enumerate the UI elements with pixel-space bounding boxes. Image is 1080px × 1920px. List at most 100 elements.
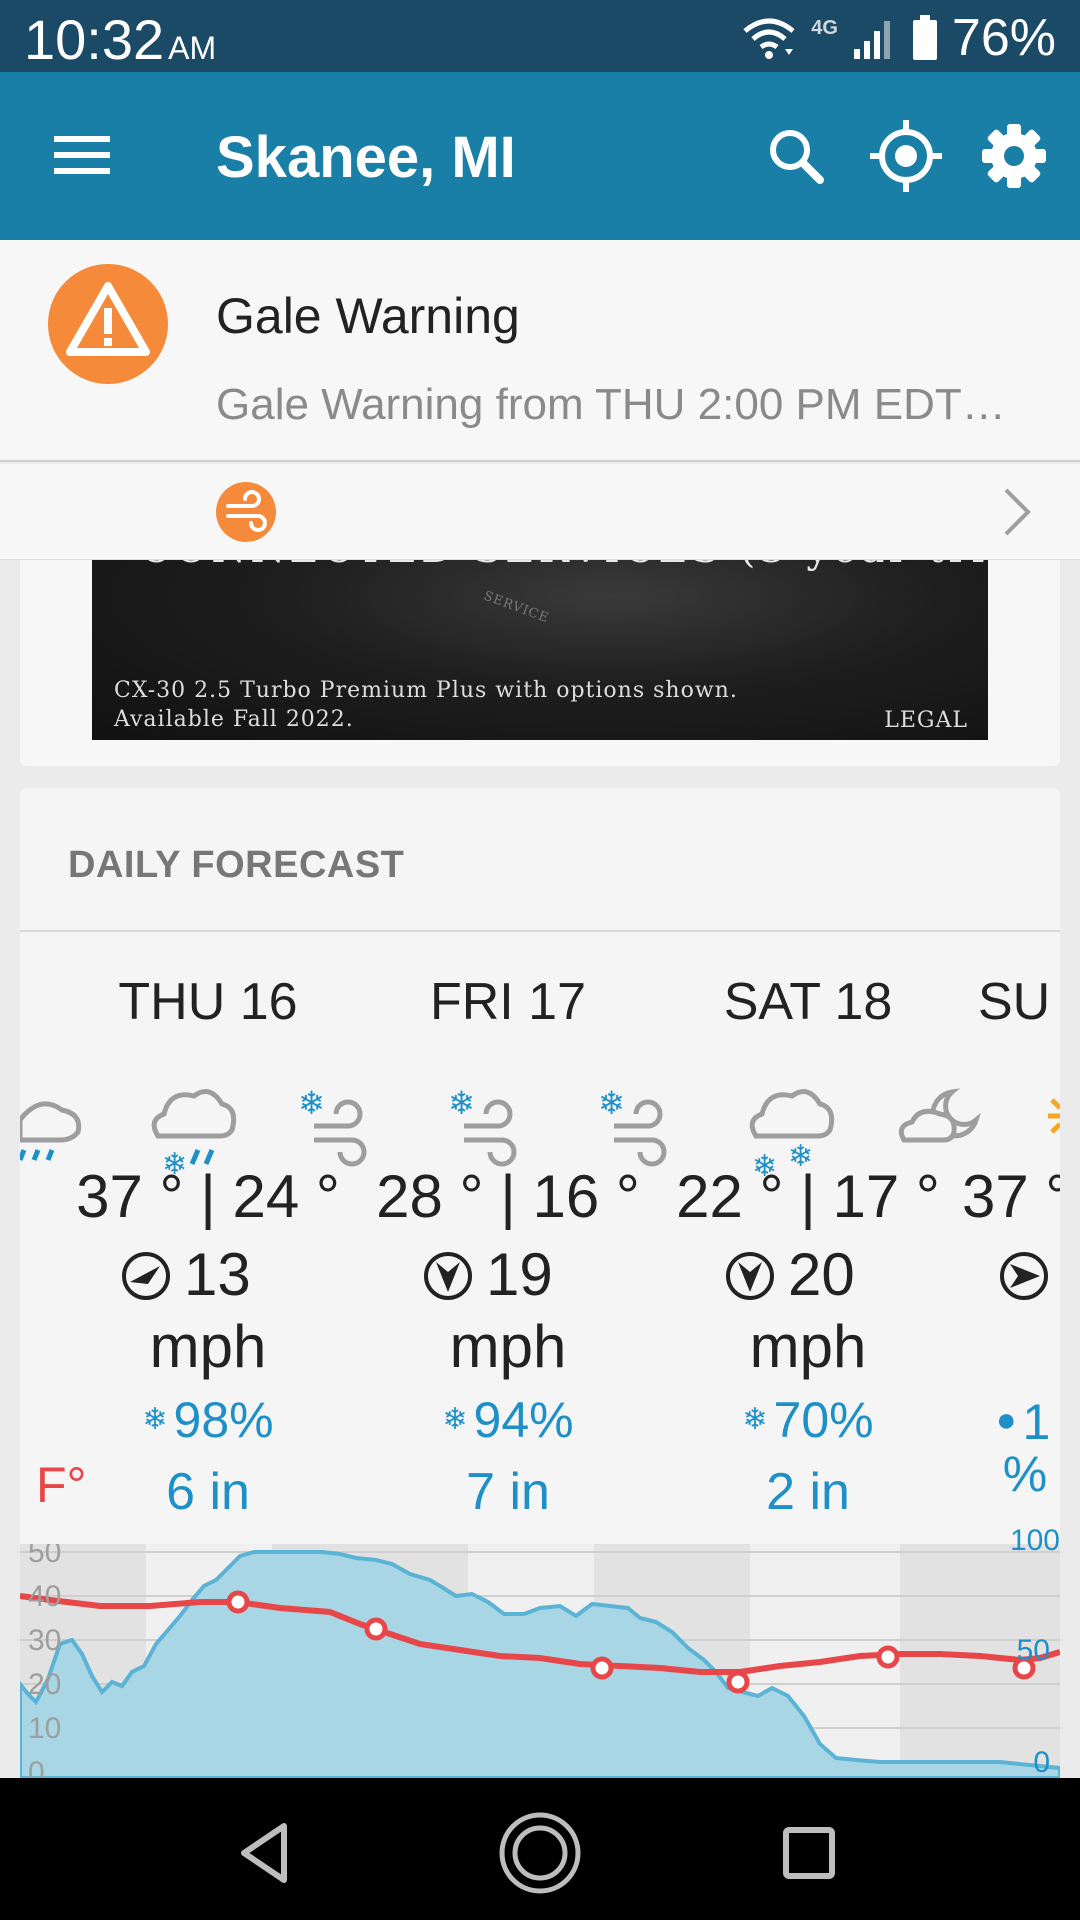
clock-ampm: AM bbox=[168, 30, 217, 66]
forecast-title: DAILY FORECAST bbox=[68, 844, 405, 886]
precip-chance: ❄ 70% bbox=[658, 1390, 958, 1450]
wind-speed: 20 bbox=[788, 1241, 855, 1308]
menu-icon bbox=[54, 136, 110, 174]
ad-service-text: SERVICE bbox=[481, 588, 552, 627]
wind-speed: 19 bbox=[486, 1241, 553, 1308]
left-tick: 50 bbox=[28, 1544, 61, 1569]
snow-accumulation: 7 in bbox=[466, 1463, 550, 1521]
precip-chance: ❄ 94% bbox=[358, 1390, 658, 1450]
day-column[interactable]: FRI 17 28 ° | 16 ° 19 mph ❄ 94% 7 in bbox=[358, 932, 658, 1532]
right-tick-top: 100 bbox=[1009, 1524, 1060, 1557]
snow-accumulation: 2 in bbox=[766, 1463, 850, 1521]
wind-unit: mph bbox=[449, 1313, 567, 1380]
svg-text:❄: ❄ bbox=[788, 1139, 813, 1174]
partly-cloudy-night-icon bbox=[898, 1088, 981, 1143]
svg-text:❄: ❄ bbox=[448, 1084, 475, 1122]
menu-button[interactable] bbox=[44, 122, 124, 192]
wind-icon bbox=[226, 490, 267, 532]
wind-speed: 13 bbox=[184, 1241, 251, 1308]
search-icon bbox=[770, 130, 824, 184]
warning-triangle-icon bbox=[66, 282, 150, 356]
settings-icon bbox=[982, 124, 1046, 188]
forecast-chart: 50 40 30 20 10 0 100 50 0 bbox=[20, 1544, 1060, 1778]
left-tick: 40 bbox=[28, 1580, 61, 1613]
network-type: 4G bbox=[811, 16, 838, 39]
chevron-right-icon[interactable] bbox=[996, 486, 1036, 538]
snowflake-icon: ❄ bbox=[442, 1403, 468, 1436]
ad-legal-link[interactable]: LEGAL bbox=[884, 708, 968, 733]
svg-text:❄: ❄ bbox=[598, 1084, 625, 1122]
day-column[interactable]: SAT 18 22 ° | 17 ° 20 mph ❄ 70% 2 in bbox=[658, 932, 958, 1532]
day-name: FRI 17 bbox=[429, 973, 587, 1031]
precip-unit-label: % bbox=[1002, 1446, 1048, 1502]
wind-unit: mph bbox=[149, 1313, 267, 1380]
precip-value: 70% bbox=[773, 1392, 874, 1448]
wind-direction-icon bbox=[122, 1252, 170, 1300]
day-name: THU 16 bbox=[118, 973, 298, 1031]
left-tick: 20 bbox=[28, 1668, 61, 1701]
wifi-icon bbox=[743, 18, 795, 59]
precip-value: 98% bbox=[173, 1392, 274, 1448]
day-name: SU bbox=[978, 973, 1051, 1031]
wind-direction-icon bbox=[1000, 1252, 1048, 1300]
snow-wind-icon: ❄ bbox=[298, 1084, 367, 1167]
my-location-icon bbox=[870, 120, 942, 192]
snowflake-icon: ❄ bbox=[742, 1403, 768, 1436]
raindrop-icon: ● bbox=[996, 1401, 1017, 1439]
battery-percent: 76% bbox=[951, 9, 1056, 67]
home-icon[interactable] bbox=[495, 1808, 585, 1898]
snow-cloud-icon: ❄ ❄ bbox=[749, 1089, 835, 1184]
location-title[interactable]: Skanee, MI bbox=[216, 124, 516, 192]
back-icon[interactable] bbox=[222, 1808, 312, 1898]
temperature-unit-label: F° bbox=[36, 1457, 87, 1513]
snow-accumulation: 6 in bbox=[166, 1463, 250, 1521]
day-column-partial[interactable]: SU 37 ° ● 1 bbox=[956, 932, 1060, 1532]
wind-direction-icon bbox=[424, 1252, 472, 1300]
sun-icon bbox=[1048, 1098, 1060, 1134]
snow-wind-icon: ❄ bbox=[598, 1084, 667, 1167]
wind-direction-icon bbox=[726, 1252, 774, 1300]
ad-caption-line1: CX-30 2.5 Turbo Premium Plus with option… bbox=[114, 678, 738, 703]
ad-card: CONNECTED SERVICES (3-year trial) SERVIC… bbox=[20, 560, 1060, 766]
ad-banner[interactable]: CONNECTED SERVICES (3-year trial) SERVIC… bbox=[92, 560, 988, 740]
alert-text: Gale Warning from THU 2:00 PM EDT… bbox=[216, 380, 1006, 429]
system-nav-bar bbox=[0, 1778, 1080, 1920]
right-tick: 50 bbox=[1017, 1634, 1050, 1667]
forecast-header: DAILY FORECAST bbox=[20, 788, 1060, 932]
app-bar: Skanee, MI bbox=[0, 72, 1080, 240]
svg-text:❄: ❄ bbox=[162, 1147, 187, 1182]
svg-text:❄: ❄ bbox=[752, 1149, 777, 1184]
alert-title: Gale Warning bbox=[216, 288, 520, 344]
status-icons: 4G 76% bbox=[741, 8, 1056, 68]
day-name: SAT 18 bbox=[723, 973, 893, 1031]
precip-value: 1 bbox=[1022, 1394, 1051, 1450]
left-tick: 0 bbox=[28, 1756, 45, 1778]
weather-alert[interactable]: Gale Warning Gale Warning from THU 2:00 … bbox=[0, 240, 1080, 462]
rain-snow-cloud-icon: ❄ bbox=[151, 1089, 237, 1182]
wind-unit: mph bbox=[749, 1313, 867, 1380]
snowflake-icon: ❄ bbox=[142, 1403, 168, 1436]
search-button[interactable] bbox=[756, 116, 836, 196]
settings-button[interactable] bbox=[974, 116, 1054, 196]
status-bar: 10:32 AM 4G 76% bbox=[0, 0, 1080, 72]
left-tick: 10 bbox=[28, 1712, 61, 1745]
right-tick: 0 bbox=[1033, 1746, 1050, 1778]
left-tick: 30 bbox=[28, 1624, 61, 1657]
day-column[interactable]: THU 16 37 ° | 24 ° 13 mph ❄ 98% 6 in bbox=[58, 932, 358, 1532]
weather-icons-row: ❄ ❄ ❄ ❄ ❄ ❄ bbox=[20, 1084, 1060, 1184]
warning-badge bbox=[48, 264, 168, 384]
precip-chance: ❄ 98% bbox=[58, 1390, 358, 1450]
snow-wind-icon: ❄ bbox=[448, 1084, 517, 1167]
hazard-row[interactable] bbox=[0, 464, 1080, 560]
ad-headline: CONNECTED SERVICES (3-year trial) bbox=[140, 560, 988, 572]
ad-caption-line2: Available Fall 2022. bbox=[114, 707, 354, 732]
hazard-badge bbox=[216, 482, 276, 542]
recents-icon[interactable] bbox=[764, 1808, 854, 1898]
signal-icon bbox=[853, 21, 890, 59]
clock: 10:32 bbox=[24, 8, 165, 71]
battery-icon bbox=[912, 15, 937, 60]
status-time: 10:32 AM bbox=[24, 8, 216, 80]
svg-text:❄: ❄ bbox=[298, 1084, 325, 1122]
my-location-button[interactable] bbox=[866, 116, 946, 196]
ad-caption: CX-30 2.5 Turbo Premium Plus with option… bbox=[114, 676, 738, 734]
